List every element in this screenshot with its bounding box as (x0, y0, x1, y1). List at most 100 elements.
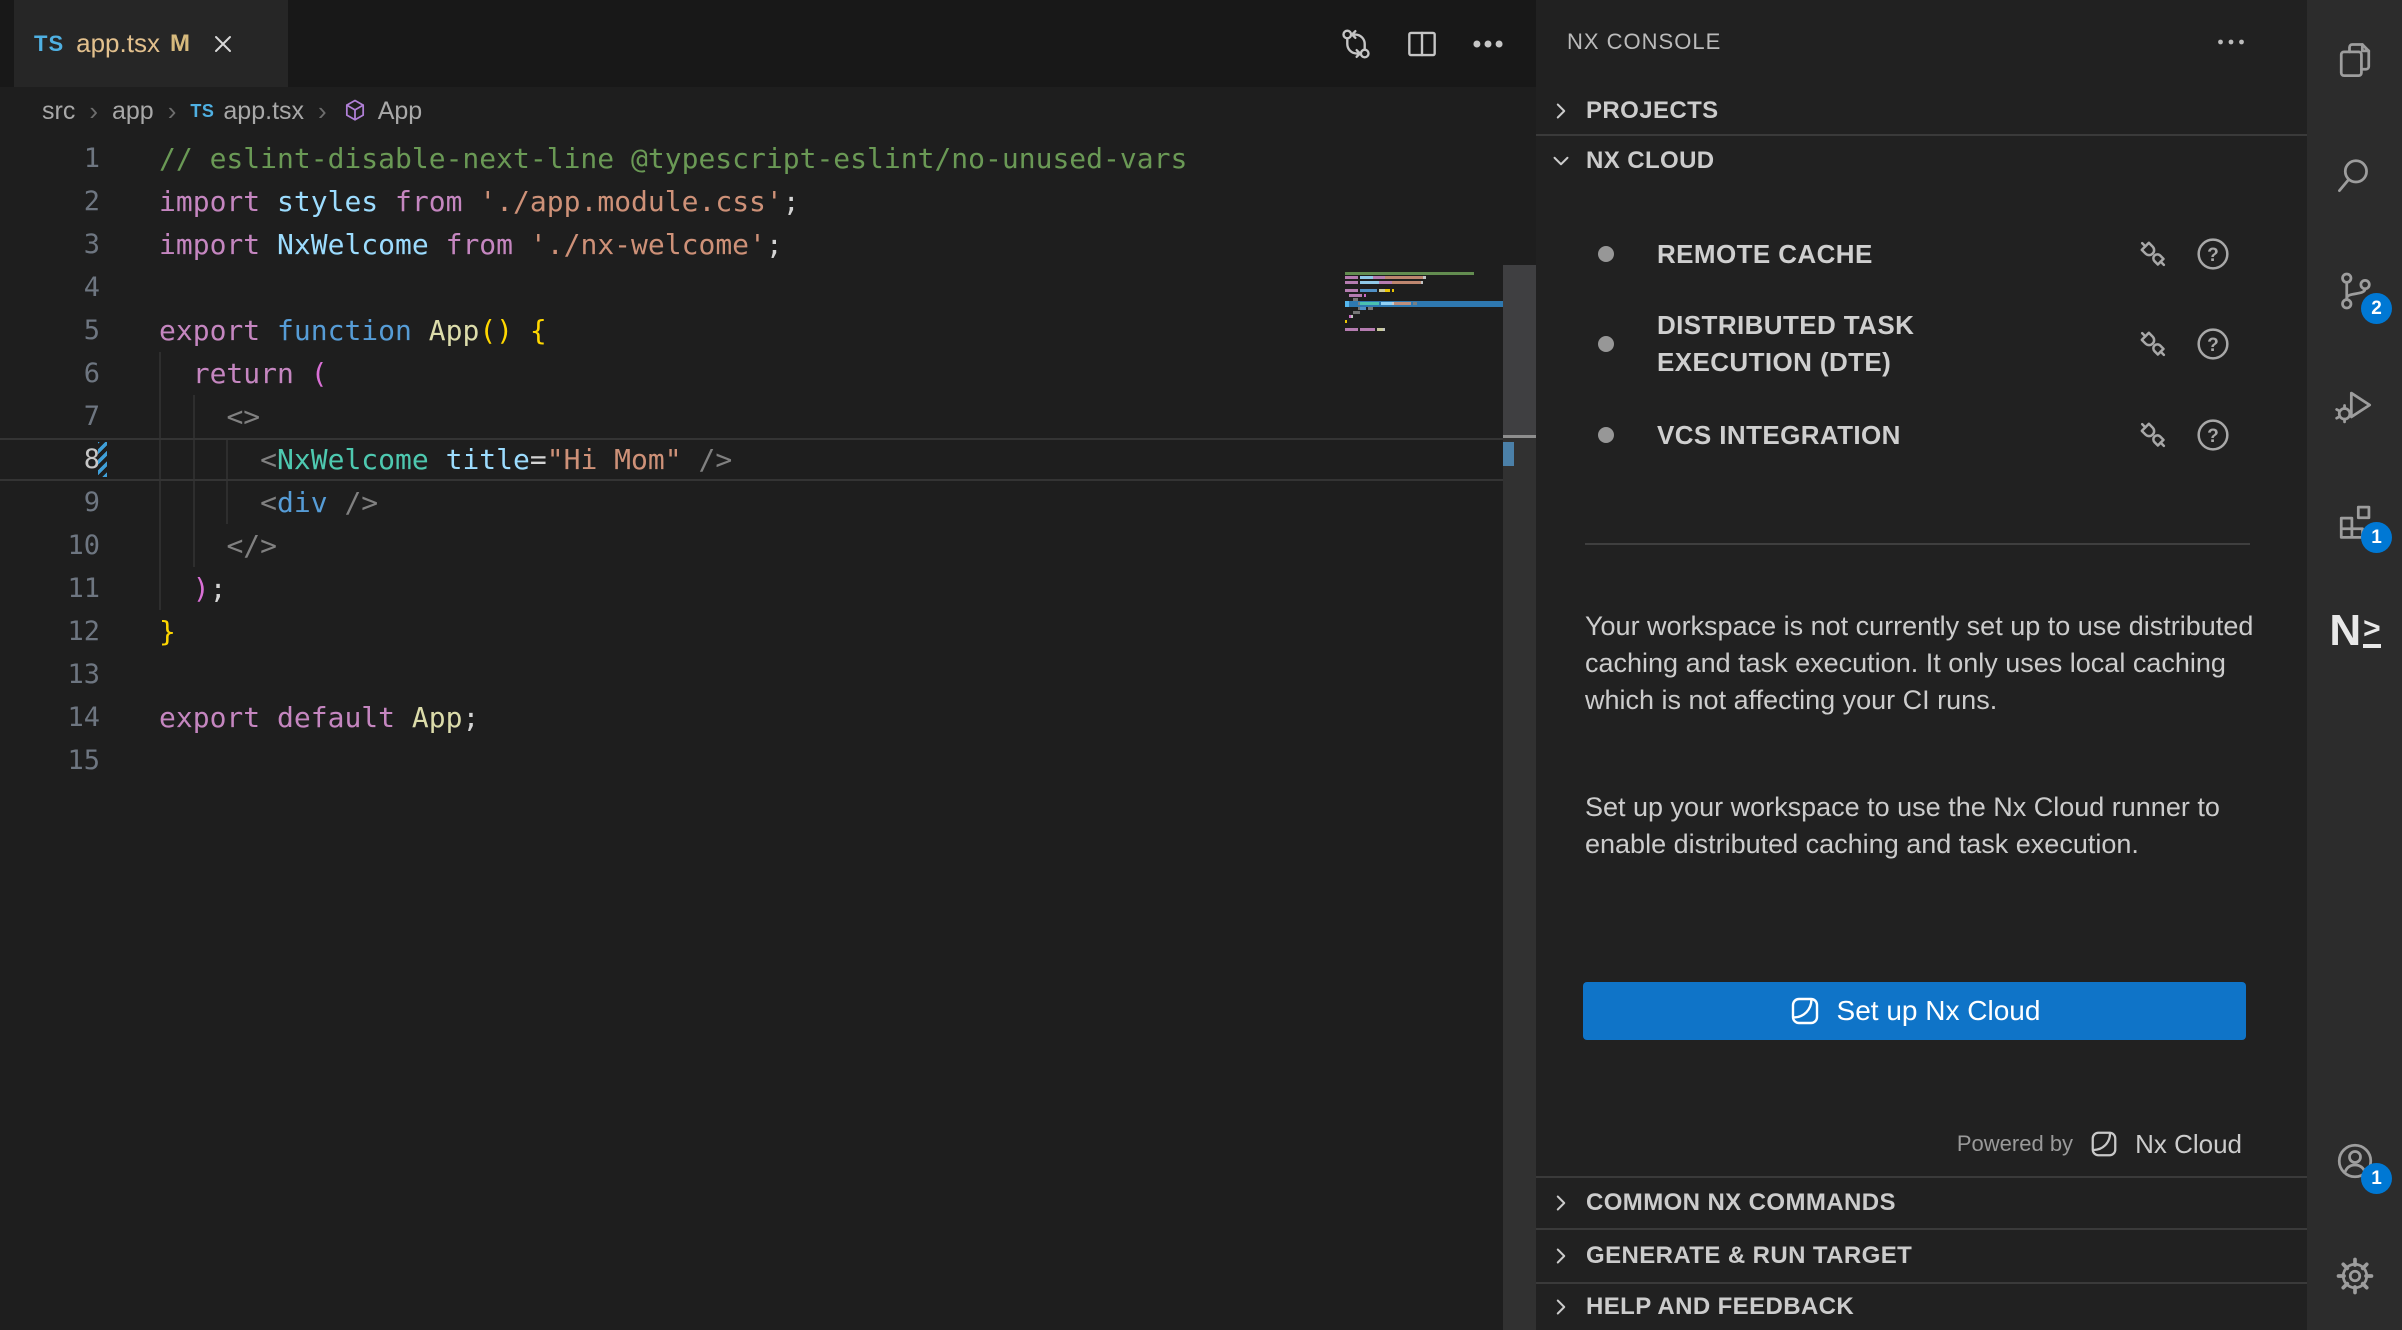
minimap-code-segment (1394, 302, 1411, 305)
code-editor[interactable]: 1// eslint-disable-next-line @typescript… (0, 135, 1536, 1330)
nx-cloud-item-remote-cache[interactable]: REMOTE CACHE ? (1536, 224, 2307, 284)
more-actions-icon[interactable] (1468, 24, 1508, 64)
minimap[interactable] (1345, 272, 1503, 362)
minimap-code-segment (1364, 294, 1366, 297)
panel-more-actions-icon[interactable] (2211, 22, 2251, 62)
code-line[interactable]: 8 <NxWelcome title="Hi Mom" /> (0, 438, 1536, 481)
breadcrumb-symbol-app[interactable]: App (341, 97, 422, 126)
section-label: HELP AND FEEDBACK (1586, 1293, 1854, 1321)
git-modified-badge: M (170, 30, 190, 58)
line-number: 8 (0, 440, 100, 479)
code-line[interactable]: 13 (0, 653, 1536, 696)
minimap-code-segment (1373, 276, 1386, 279)
activity-bar: 2 1 N> 1 (2307, 0, 2402, 1330)
indent-guide (193, 440, 195, 479)
extensions-icon[interactable]: 1 (2332, 497, 2378, 543)
breadcrumb-app[interactable]: app (112, 97, 154, 126)
code-line[interactable]: 14export default App; (0, 696, 1536, 739)
section-generate-run-target[interactable]: GENERATE & RUN TARGET (1536, 1228, 2307, 1282)
minimap-code-segment (1379, 281, 1392, 284)
breadcrumb-src[interactable]: src (42, 97, 75, 126)
help-icon[interactable]: ? (2193, 415, 2233, 455)
section-projects[interactable]: PROJECTS (1536, 88, 2307, 134)
code-line[interactable]: 10 </> (0, 524, 1536, 567)
code-line[interactable]: 1// eslint-disable-next-line @typescript… (0, 137, 1536, 180)
indent-guide (226, 440, 228, 479)
code-line[interactable]: 4 (0, 266, 1536, 309)
minimap-code-segment (1353, 311, 1359, 314)
code-line[interactable]: 15 (0, 739, 1536, 782)
setup-nx-cloud-button[interactable]: Set up Nx Cloud (1583, 982, 2246, 1040)
line-number: 3 (0, 223, 100, 266)
tab-app-tsx[interactable]: TS app.tsx M (14, 0, 288, 87)
line-number: 11 (0, 567, 100, 610)
run-debug-icon[interactable] (2332, 382, 2378, 428)
minimap-code-segment (1368, 307, 1372, 310)
minimap-code-segment (1360, 276, 1373, 279)
source-control-badge: 2 (2361, 293, 2392, 324)
connect-icon[interactable] (2133, 415, 2173, 455)
minimap-code-segment (1360, 328, 1375, 331)
nx-cloud-logo-icon (1789, 995, 1821, 1027)
indent-guide (193, 481, 195, 524)
section-common-nx-commands[interactable]: COMMON NX COMMANDS (1536, 1176, 2307, 1228)
minimap-code-segment (1349, 294, 1362, 297)
close-tab-icon[interactable] (208, 29, 238, 59)
line-number: 10 (0, 524, 100, 567)
line-number: 2 (0, 180, 100, 223)
help-icon[interactable]: ? (2193, 234, 2233, 274)
symbol-cube-icon (341, 97, 369, 125)
nx-cloud-item-vcs[interactable]: VCS INTEGRATION ? (1536, 404, 2307, 466)
settings-gear-icon[interactable] (2332, 1253, 2378, 1299)
minimap-code-segment (1345, 281, 1358, 284)
extensions-badge: 1 (2361, 522, 2392, 553)
line-number: 6 (0, 352, 100, 395)
section-help-and-feedback[interactable]: HELP AND FEEDBACK (1536, 1282, 2307, 1330)
connect-icon[interactable] (2133, 324, 2173, 364)
nx-logo: N> (2329, 609, 2380, 653)
line-number: 13 (0, 653, 100, 696)
minimap-code-segment (1360, 307, 1366, 310)
nx-cloud-item-dte[interactable]: DISTRIBUTED TASK EXECUTION (DTE) ? (1536, 292, 2307, 396)
scrollbar-slider[interactable] (1503, 265, 1537, 435)
svg-text:?: ? (2207, 335, 2219, 356)
vscode-window: TS app.tsx M src › a (0, 0, 2402, 1330)
indent-guide (159, 352, 161, 395)
minimap-code-segment (1385, 289, 1389, 292)
source-control-icon[interactable]: 2 (2332, 268, 2378, 314)
chevron-right-icon (1548, 98, 1574, 124)
nx-cloud-setup-hint: Set up your workspace to use the Nx Clou… (1585, 789, 2261, 863)
help-icon[interactable]: ? (2193, 324, 2233, 364)
minimap-code-segment (1413, 302, 1417, 305)
indent-guide (226, 481, 228, 524)
code-line[interactable]: 2import styles from './app.module.css'; (0, 180, 1536, 223)
section-nx-cloud[interactable]: NX CLOUD (1536, 138, 2307, 184)
code-line[interactable]: 11 ); (0, 567, 1536, 610)
minimap-code-segment (1385, 276, 1423, 279)
status-bullet-icon (1598, 336, 1614, 352)
minimap-code-segment (1345, 328, 1358, 331)
nx-console-icon[interactable]: N> (2332, 608, 2378, 654)
code-line[interactable]: 12} (0, 610, 1536, 653)
code-line[interactable]: 3import NxWelcome from './nx-welcome'; (0, 223, 1536, 266)
indent-guide (159, 524, 161, 567)
section-label: NX CLOUD (1586, 147, 1715, 175)
content-divider (1585, 543, 2250, 545)
editor-scrollbar[interactable] (1503, 265, 1537, 1330)
search-icon[interactable] (2332, 153, 2378, 199)
nx-console-panel: NX CONSOLE PROJECTS NX CLOUD REMOTE CACH… (1536, 0, 2307, 1330)
files-icon[interactable] (2332, 38, 2378, 84)
breadcrumb-file[interactable]: TS app.tsx (190, 97, 304, 126)
powered-by-label: Powered by (1957, 1131, 2073, 1157)
git-compare-icon[interactable] (1336, 24, 1376, 64)
account-icon[interactable]: 1 (2332, 1138, 2378, 1184)
code-line[interactable]: 6 return ( (0, 352, 1536, 395)
connect-icon[interactable] (2133, 234, 2173, 274)
indent-guide (159, 481, 161, 524)
code-line[interactable]: 5export function App() { (0, 309, 1536, 352)
code-line[interactable]: 9 <div /> (0, 481, 1536, 524)
breadcrumb-separator: › (168, 96, 177, 127)
code-line[interactable]: 7 <> (0, 395, 1536, 438)
minimap-code-segment (1381, 302, 1392, 305)
split-editor-icon[interactable] (1402, 24, 1442, 64)
